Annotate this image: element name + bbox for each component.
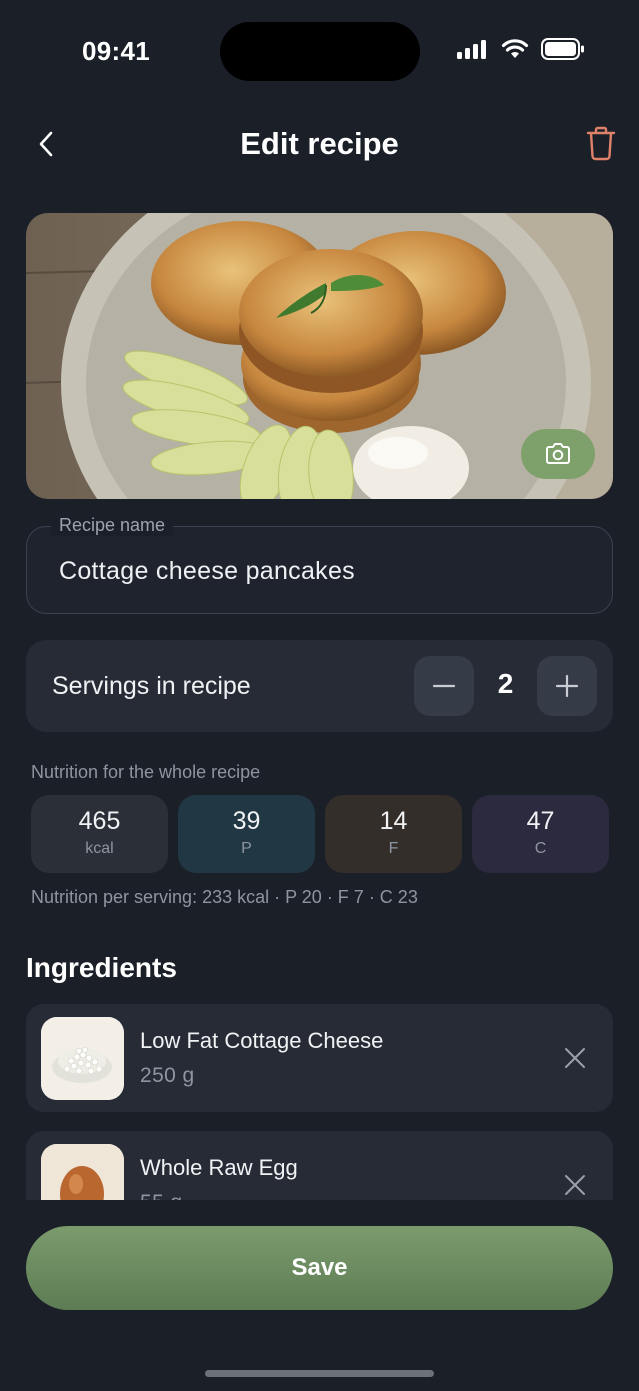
camera-icon [546,443,570,464]
macro-kcal: 465 kcal [31,795,168,873]
ingredients-list[interactable]: Low Fat Cottage Cheese 250 g Whole Raw E… [26,1004,613,1200]
servings-label: Servings in recipe [52,672,251,700]
ingredient-thumbnail [41,1144,124,1200]
macro-unit: kcal [85,840,114,857]
ingredient-amount: 250 g [140,1064,195,1087]
macro-unit: F [388,840,399,857]
macro-value: 39 [232,807,261,835]
minus-icon [432,684,456,688]
signal-icon [457,40,486,59]
remove-ingredient-button[interactable] [559,1169,591,1200]
ingredients-heading: Ingredients [26,952,177,983]
macro-value: 14 [379,807,408,835]
macro-carbs: 47 C [472,795,609,873]
per-serving-summary: Nutrition per serving: 233 kcal · P 20 ·… [31,887,418,907]
home-indicator [205,1370,434,1377]
ingredient-amount: 55 g [140,1191,182,1200]
page-title: Edit recipe [240,126,399,161]
dynamic-island [220,22,420,81]
ingredient-item[interactable]: Low Fat Cottage Cheese 250 g [26,1004,613,1112]
plus-icon [555,674,579,698]
trash-icon [586,126,616,161]
cottage-cheese-image [41,1017,124,1100]
ingredient-name: Whole Raw Egg [140,1155,298,1180]
delete-recipe-button[interactable] [581,122,621,164]
macro-value: 465 [78,807,121,835]
macro-fat: 14 F [325,795,462,873]
servings-value: 2 [497,668,514,699]
save-button[interactable]: Save [26,1226,613,1310]
remove-ingredient-button[interactable] [559,1042,591,1074]
ingredient-thumbnail [41,1017,124,1100]
wifi-icon [501,39,529,58]
macro-protein: 39 P [178,795,315,873]
status-icons [457,38,585,60]
decrease-servings-button[interactable] [414,656,474,716]
ingredient-name: Low Fat Cottage Cheese [140,1028,384,1053]
macro-unit: C [534,840,547,857]
macro-unit: P [241,840,252,857]
recipe-name-field[interactable]: Recipe name Cottage cheese pancakes [26,515,613,614]
egg-image [41,1144,124,1200]
nutrition-heading: Nutrition for the whole recipe [31,762,261,782]
ingredient-item[interactable]: Whole Raw Egg 55 g [26,1131,613,1200]
close-icon [565,1175,585,1195]
recipe-name-input[interactable]: Cottage cheese pancakes [59,557,355,586]
change-photo-button[interactable] [521,429,595,479]
recipe-name-label: Recipe name [51,515,174,536]
macro-value: 47 [526,807,555,835]
servings-row: Servings in recipe 2 [26,640,613,732]
increase-servings-button[interactable] [537,656,597,716]
close-icon [565,1048,585,1068]
battery-icon [541,38,584,60]
status-time: 09:41 [82,36,150,66]
